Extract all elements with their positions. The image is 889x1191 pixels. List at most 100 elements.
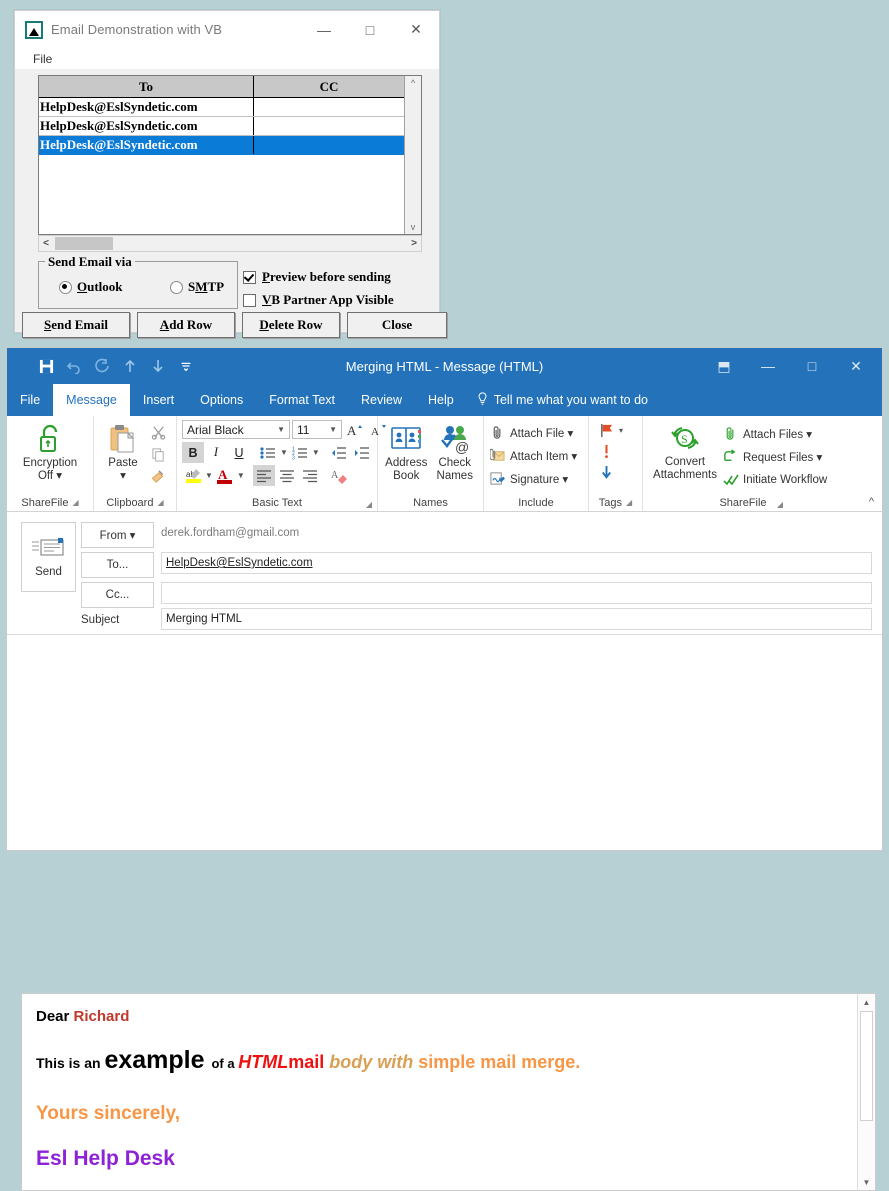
bullets-icon[interactable] bbox=[257, 442, 279, 463]
tab-options[interactable]: Options bbox=[187, 384, 256, 416]
font-color-icon[interactable]: A bbox=[214, 465, 236, 486]
follow-up-dropdown-caret[interactable]: ▾ bbox=[619, 426, 623, 435]
bold-button[interactable]: B bbox=[182, 442, 204, 463]
check-names-button[interactable]: @ Check Names bbox=[432, 420, 479, 483]
message-body-text[interactable]: Dear Richard This is an example of a HTML… bbox=[22, 994, 857, 1190]
cell-cc[interactable] bbox=[253, 116, 404, 136]
outlook-minimize-button[interactable]: — bbox=[746, 348, 790, 384]
add-row-button[interactable]: Add Row bbox=[137, 312, 235, 338]
move-down-icon[interactable] bbox=[145, 353, 171, 379]
checkbox-preview-before-sending[interactable]: Preview before sending bbox=[243, 269, 391, 285]
numbering-icon[interactable]: 123 bbox=[289, 442, 311, 463]
attach-item-button[interactable]: Attach Item ▾ bbox=[489, 444, 577, 467]
undo-icon[interactable] bbox=[61, 353, 87, 379]
align-right-icon[interactable] bbox=[299, 465, 321, 486]
grid-vertical-scrollbar[interactable]: ^ v bbox=[404, 76, 421, 234]
dialog-launcher-icon[interactable]: ◢ bbox=[72, 498, 78, 507]
body-scroll-thumb[interactable] bbox=[860, 1011, 873, 1121]
save-icon[interactable] bbox=[33, 353, 59, 379]
bullets-dropdown-caret[interactable]: ▼ bbox=[280, 448, 288, 457]
vb-minimize-button[interactable]: — bbox=[301, 11, 347, 48]
cut-scissors-icon[interactable] bbox=[147, 422, 169, 443]
cc-button[interactable]: Cc... bbox=[81, 582, 154, 608]
move-up-icon[interactable] bbox=[117, 353, 143, 379]
request-files-button[interactable]: Request Files ▾ bbox=[722, 445, 827, 468]
follow-up-flag-button[interactable]: ▾ bbox=[598, 420, 623, 441]
dialog-launcher-icon[interactable]: ◢ bbox=[157, 498, 163, 507]
dialog-launcher-icon[interactable]: ◢ bbox=[626, 498, 632, 507]
cell-cc[interactable] bbox=[253, 97, 404, 117]
align-left-icon[interactable] bbox=[252, 465, 275, 486]
font-size-combobox[interactable]: 11 ▼ bbox=[292, 420, 342, 439]
body-vertical-scrollbar[interactable]: ▲ ▼ bbox=[857, 994, 875, 1190]
initiate-workflow-button[interactable]: Initiate Workflow bbox=[722, 468, 827, 491]
outlook-close-button[interactable]: ✕ bbox=[834, 348, 878, 384]
hscroll-thumb[interactable] bbox=[55, 237, 113, 250]
scroll-right-icon[interactable]: > bbox=[407, 238, 421, 249]
redo-icon[interactable] bbox=[89, 353, 115, 379]
from-button[interactable]: From ▾ bbox=[81, 522, 154, 548]
signature-button[interactable]: Signature ▾ bbox=[489, 467, 568, 490]
table-row[interactable]: HelpDesk@EslSyndetic.com bbox=[39, 116, 404, 136]
highlight-dropdown-caret[interactable]: ▼ bbox=[205, 471, 213, 480]
align-center-icon[interactable] bbox=[276, 465, 298, 486]
menu-item-file[interactable]: File bbox=[29, 52, 56, 66]
to-input[interactable]: HelpDesk@EslSyndetic.com bbox=[161, 552, 872, 574]
grow-font-icon[interactable]: A bbox=[344, 419, 366, 440]
vb-close-button[interactable]: ✕ bbox=[393, 11, 439, 48]
tell-me-search[interactable]: Tell me what you want to do bbox=[467, 384, 648, 416]
table-row-selected[interactable]: HelpDesk@EslSyndetic.com bbox=[39, 135, 404, 155]
vb-maximize-button[interactable]: □ bbox=[347, 11, 393, 48]
tab-message[interactable]: Message bbox=[53, 384, 130, 416]
radio-smtp[interactable]: SMTP bbox=[170, 279, 224, 295]
tab-help[interactable]: Help bbox=[415, 384, 467, 416]
cell-cc[interactable] bbox=[253, 135, 404, 155]
scroll-up-icon[interactable]: ^ bbox=[411, 76, 415, 90]
tab-file[interactable]: File bbox=[7, 384, 53, 416]
dialog-launcher-icon[interactable]: ◢ bbox=[366, 500, 372, 509]
attach-files-button[interactable]: Attach Files ▾ bbox=[722, 422, 827, 445]
chevron-up-icon[interactable]: ^ bbox=[869, 496, 874, 508]
cell-to[interactable]: HelpDesk@EslSyndetic.com bbox=[39, 116, 254, 136]
chevron-down-icon[interactable]: ▼ bbox=[329, 425, 341, 434]
convert-attachments-button[interactable]: S Convert Attachments bbox=[648, 419, 722, 482]
scroll-down-icon[interactable]: ▼ bbox=[863, 1174, 871, 1190]
clear-formatting-icon[interactable]: A bbox=[329, 465, 351, 486]
decrease-indent-icon[interactable] bbox=[328, 442, 350, 463]
underline-button[interactable]: U bbox=[228, 442, 250, 463]
column-header-cc[interactable]: CC bbox=[253, 76, 404, 98]
copy-icon[interactable] bbox=[147, 444, 169, 465]
subject-input[interactable]: Merging HTML bbox=[161, 608, 872, 630]
delete-row-button[interactable]: Delete Row bbox=[242, 312, 340, 338]
cc-input[interactable] bbox=[161, 582, 872, 604]
recipients-grid[interactable]: To CC HelpDesk@EslSyndetic.com HelpDesk@… bbox=[38, 75, 422, 235]
high-importance-button[interactable] bbox=[598, 441, 615, 462]
tab-review[interactable]: Review bbox=[348, 384, 415, 416]
checkbox-vb-partner-app-visible[interactable]: VB Partner App Visible bbox=[243, 292, 394, 308]
customize-qat-icon[interactable] bbox=[173, 353, 199, 379]
italic-button[interactable]: I bbox=[205, 442, 227, 463]
cell-to[interactable]: HelpDesk@EslSyndetic.com bbox=[39, 97, 254, 117]
to-button[interactable]: To... bbox=[81, 552, 154, 578]
message-body[interactable]: Dear Richard This is an example of a HTML… bbox=[21, 993, 876, 1191]
font-color-dropdown-caret[interactable]: ▼ bbox=[237, 471, 245, 480]
increase-indent-icon[interactable] bbox=[351, 442, 373, 463]
tab-insert[interactable]: Insert bbox=[130, 384, 187, 416]
paste-button[interactable]: Paste ▾ bbox=[99, 420, 147, 483]
paste-dropdown-caret[interactable]: ▾ bbox=[120, 470, 126, 483]
numbering-dropdown-caret[interactable]: ▼ bbox=[312, 448, 320, 457]
ribbon-display-options-icon[interactable]: ⬒ bbox=[702, 348, 746, 384]
attach-file-button[interactable]: Attach File ▾ bbox=[489, 421, 573, 444]
send-button[interactable]: Send bbox=[21, 522, 76, 592]
format-painter-icon[interactable] bbox=[147, 466, 169, 487]
text-highlight-color-icon[interactable]: ab bbox=[182, 465, 204, 486]
table-row[interactable]: HelpDesk@EslSyndetic.com bbox=[39, 97, 404, 117]
font-name-combobox[interactable]: Arial Black ▼ bbox=[182, 420, 290, 439]
cell-to[interactable]: HelpDesk@EslSyndetic.com bbox=[39, 135, 254, 155]
outlook-maximize-button[interactable]: □ bbox=[790, 348, 834, 384]
low-importance-button[interactable] bbox=[598, 462, 615, 483]
chevron-down-icon[interactable]: ▼ bbox=[277, 425, 289, 434]
scroll-down-icon[interactable]: v bbox=[411, 220, 416, 234]
scroll-up-icon[interactable]: ▲ bbox=[863, 994, 871, 1010]
tab-format-text[interactable]: Format Text bbox=[256, 384, 348, 416]
